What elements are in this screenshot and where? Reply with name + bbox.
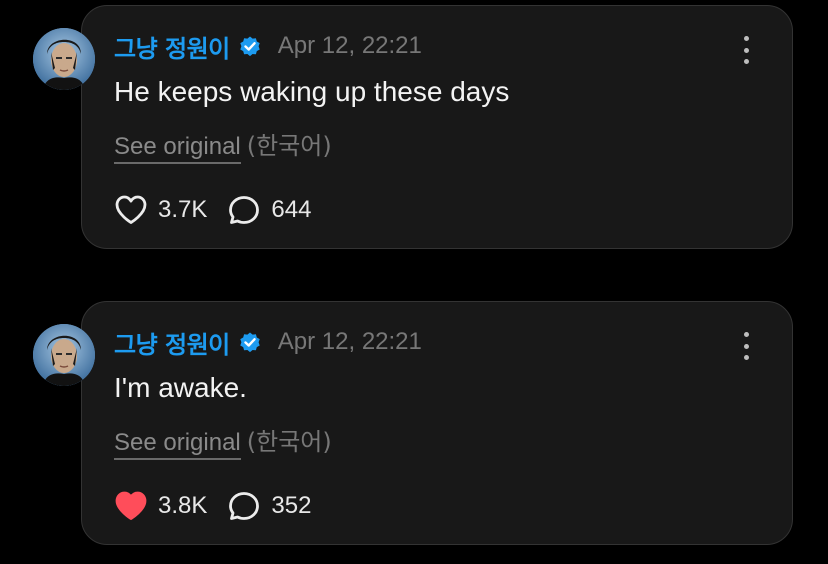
post-card: 그냥 정원이 Apr 12, 22:21 He keeps waking up … <box>81 5 793 249</box>
see-original-link[interactable]: See original <box>114 429 241 460</box>
like-button[interactable]: 3.7K <box>114 194 207 226</box>
avatar-image <box>33 324 95 386</box>
reply-bubble-icon <box>229 492 260 520</box>
author-name[interactable]: 그냥 정원이 <box>114 325 230 360</box>
post-card: 그냥 정원이 Apr 12, 22:21 I'm awake. See orig… <box>81 301 793 545</box>
more-vertical-icon[interactable] <box>740 36 752 64</box>
reply-count: 352 <box>271 492 312 519</box>
avatar[interactable] <box>33 28 95 90</box>
like-count: 3.8K <box>158 492 208 519</box>
post-header: 그냥 정원이 Apr 12, 22:21 <box>114 29 422 64</box>
post-header: 그냥 정원이 Apr 12, 22:21 <box>114 325 422 360</box>
post-text: He keeps waking up these days <box>114 76 510 107</box>
translation-note: See original (한국어) <box>114 126 332 164</box>
heart-icon <box>115 195 147 224</box>
avatar[interactable] <box>33 324 95 386</box>
verified-badge-icon <box>238 330 262 354</box>
reply-button[interactable]: 644 <box>227 194 311 226</box>
more-vertical-icon[interactable] <box>740 332 752 360</box>
heart-icon <box>115 491 147 520</box>
reply-button[interactable]: 352 <box>227 490 311 522</box>
post-timestamp: Apr 12, 22:21 <box>277 328 422 355</box>
post-timestamp: Apr 12, 22:21 <box>277 32 422 59</box>
translation-note: See original (한국어) <box>114 422 332 460</box>
author-name[interactable]: 그냥 정원이 <box>114 29 230 64</box>
like-button[interactable]: 3.8K <box>114 490 207 522</box>
verified-badge-icon <box>238 34 262 58</box>
feed: 그냥 정원이 Apr 12, 22:21 He keeps waking up … <box>0 0 828 564</box>
original-language: (한국어) <box>246 132 332 160</box>
avatar-image <box>33 28 95 90</box>
post-actions: 3.8K 352 <box>114 488 311 524</box>
like-count: 3.7K <box>158 196 208 223</box>
post-actions: 3.7K 644 <box>114 192 311 228</box>
see-original-link[interactable]: See original <box>114 133 241 164</box>
original-language: (한국어) <box>246 428 332 456</box>
reply-count: 644 <box>271 196 312 223</box>
post-text: I'm awake. <box>114 372 247 403</box>
reply-bubble-icon <box>229 196 260 224</box>
